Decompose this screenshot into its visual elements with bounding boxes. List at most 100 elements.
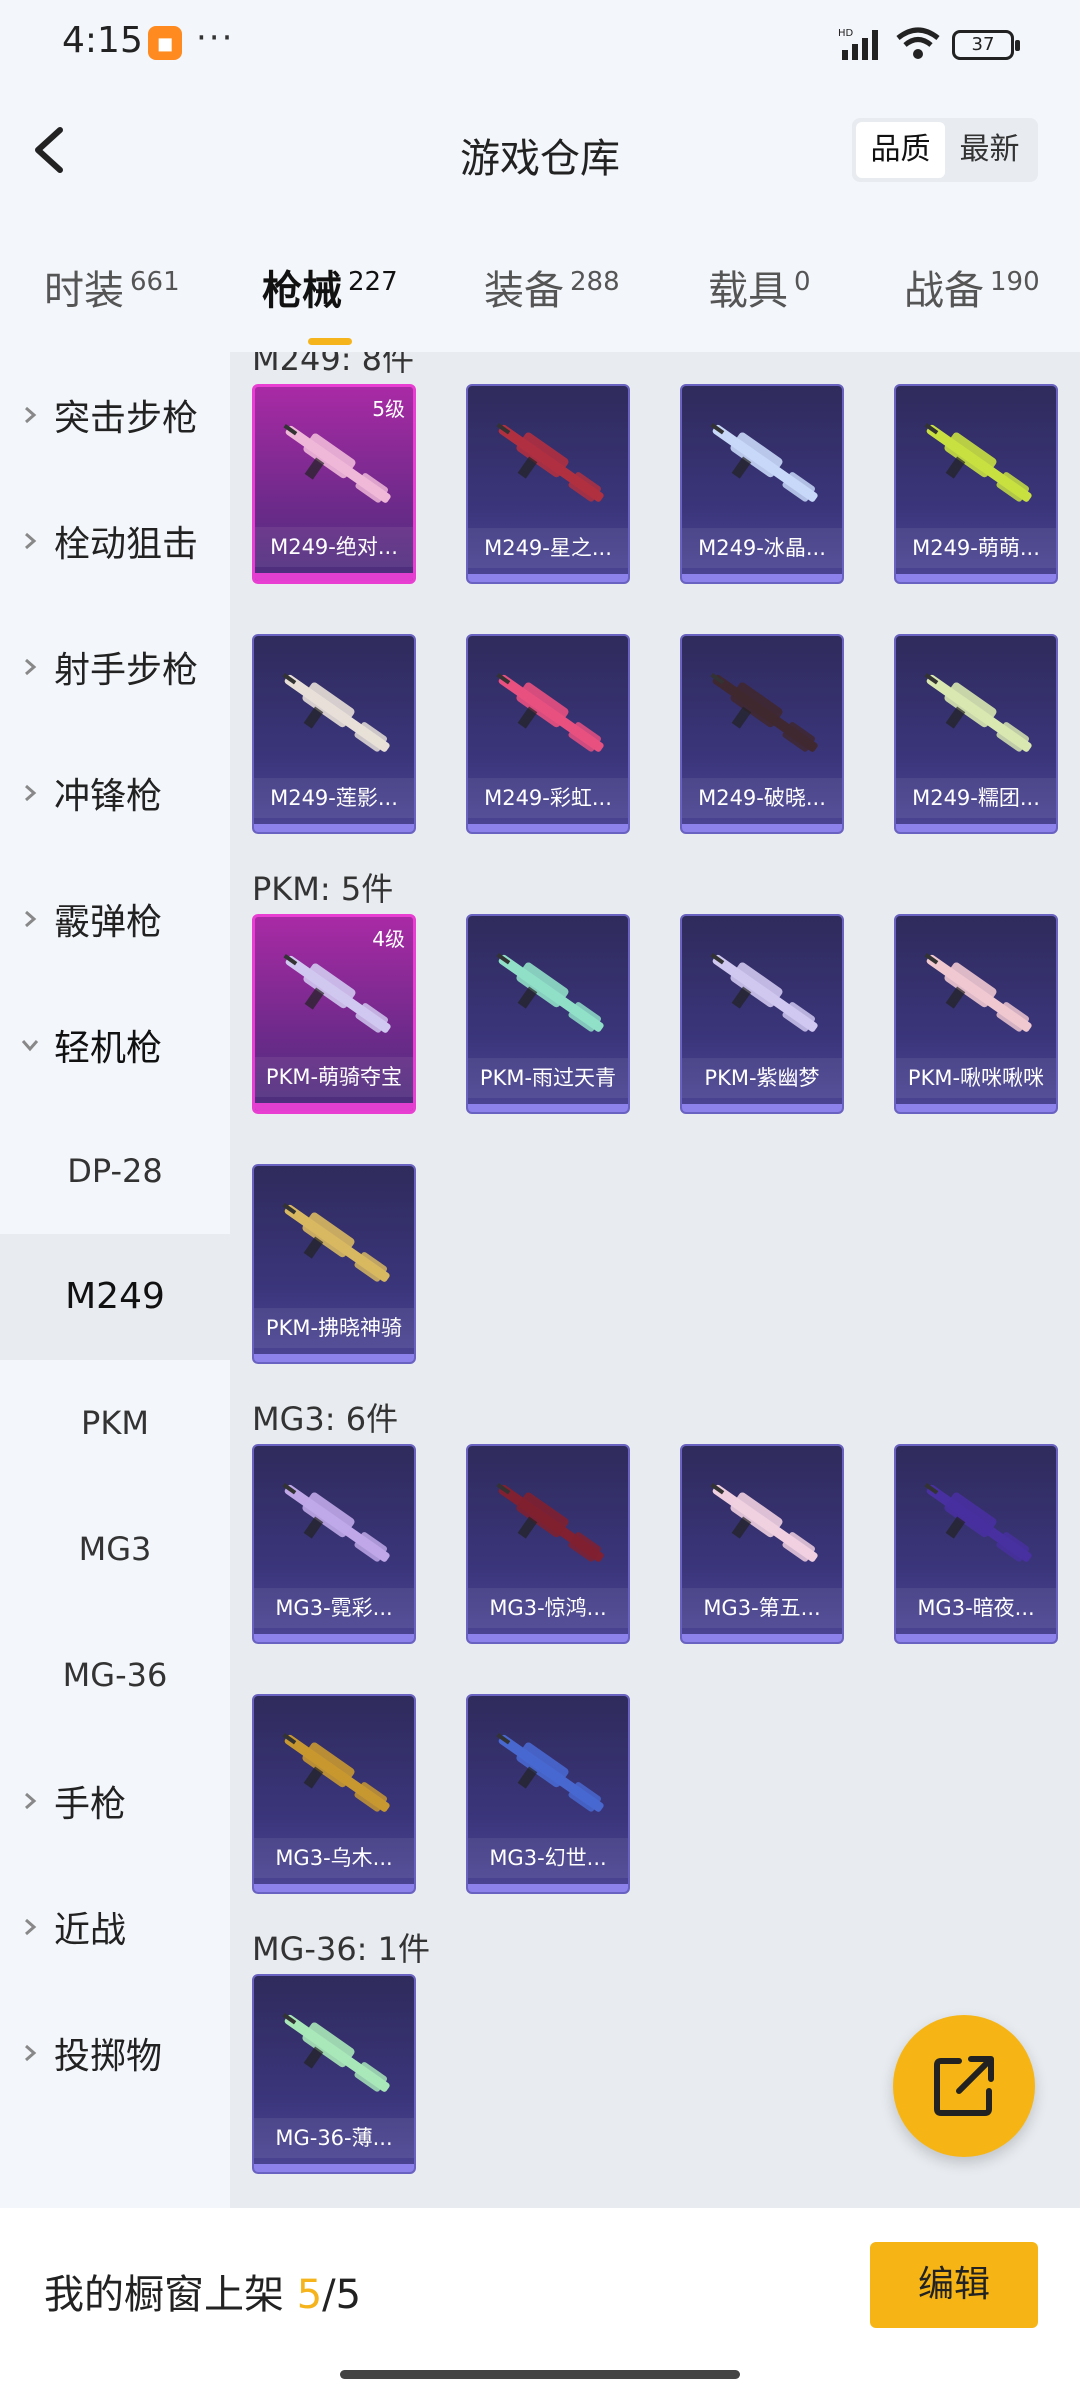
weapon-skin-card[interactable]: MG3-第五... [680,1444,844,1644]
sidebar-item-shotgun[interactable]: 霰弹枪 [0,856,230,982]
sort-quality-option[interactable]: 品质 [856,122,945,178]
wifi-icon [896,27,940,59]
weapon-skin-card[interactable]: M249-星之... [466,384,630,584]
sidebar-item-melee[interactable]: 近战 [0,1864,230,1990]
rarity-bar [254,1354,414,1362]
weapon-image [710,953,818,1032]
showcase-footer: 我的橱窗上架 5/5 编辑 [0,2208,1080,2400]
weapon-skin-name: M249-星之... [468,528,628,568]
showcase-total: /5 [322,2272,362,2318]
weapon-image [496,1483,604,1562]
chevron-right-icon [25,532,37,550]
rarity-bar [896,1104,1056,1112]
battery-icon: 37 [952,30,1020,60]
home-indicator[interactable] [340,2370,740,2379]
weapon-skin-name: PKM-啾咪啾咪 [896,1058,1056,1098]
sidebar-item-pistol[interactable]: 手枪 [0,1738,230,1864]
sidebar-item-label: 突击步枪 [54,398,199,439]
weapon-skin-name: M249-彩虹... [468,778,628,818]
more-notifications-icon: ··· [196,18,235,58]
sidebar-item-bolt-sniper[interactable]: 栓动狙击 [0,478,230,604]
tab-vehicles[interactable]: 载具 0 [708,258,811,316]
rarity-bar [682,574,842,582]
sidebar-sub-dp28[interactable]: DP-28 [0,1108,230,1234]
weapon-skin-card[interactable]: M249-彩虹... [466,634,630,834]
weapon-skin-card[interactable]: MG3-幻世... [466,1694,630,1894]
chevron-right-icon [25,406,37,424]
weapon-skin-card[interactable]: PKM-紫幽梦 [680,914,844,1114]
sidebar-item-label: 霰弹枪 [54,902,163,943]
weapon-image [496,953,604,1032]
weapon-skin-card[interactable]: MG3-霓彩... [252,1444,416,1644]
chevron-right-icon [25,1792,37,1810]
rarity-bar [468,824,628,832]
rarity-bar [468,1104,628,1112]
weapon-skin-card[interactable]: MG3-暗夜... [894,1444,1058,1644]
weapon-skin-name: MG-36-薄... [254,2118,414,2158]
weapon-image [282,1733,390,1812]
weapon-skin-card[interactable]: M249-冰晶... [680,384,844,584]
sidebar-item-smg[interactable]: 冲锋枪 [0,730,230,856]
sidebar-sub-m249[interactable]: M249 [0,1234,230,1360]
sidebar-item-assault-rifle[interactable]: 突击步枪 [0,352,230,478]
sidebar-item-label: 冲锋枪 [54,776,163,817]
chevron-down-icon [21,1040,39,1052]
weapon-skin-name: PKM-拂晓神骑 [254,1308,414,1348]
section-title: MG-36: 1件 [252,1930,430,1968]
tab-label: 时装 [44,268,124,314]
weapon-skin-card[interactable]: PKM-拂晓神骑 [252,1164,416,1364]
weapon-skin-card[interactable]: MG3-惊鸿... [466,1444,630,1644]
weapon-skin-card[interactable]: 5级 M249-绝对... [252,384,416,584]
weapon-skin-name: M249-绝对... [255,527,413,567]
sidebar-item-label: 手枪 [54,1784,127,1825]
tab-firearms[interactable]: 枪械 227 [262,258,398,345]
battery-level: 37 [971,34,995,55]
weapon-skin-name: PKM-雨过天青 [468,1058,628,1098]
weapon-skin-card[interactable]: PKM-雨过天青 [466,914,630,1114]
weapon-skin-name: MG3-惊鸿... [468,1588,628,1628]
weapon-skin-card[interactable]: M249-莲影... [252,634,416,834]
sidebar-sub-mg36[interactable]: MG-36 [0,1612,230,1738]
active-tab-indicator [308,338,352,345]
rarity-bar [254,1884,414,1892]
sidebar-item-throwable[interactable]: 投掷物 [0,1990,230,2116]
weapon-image [924,1483,1032,1562]
weapon-image [924,673,1032,752]
section-title: PKM: 5件 [252,870,394,908]
sidebar-sub-pkm[interactable]: PKM [0,1360,230,1486]
weapon-skin-card[interactable]: M249-破晓... [680,634,844,834]
tab-fashion[interactable]: 时装 661 [44,258,180,316]
tab-equipment[interactable]: 装备 288 [484,258,620,316]
rarity-bar [468,1634,628,1642]
sidebar-item-lmg[interactable]: 轻机枪 [0,982,230,1108]
weapon-skin-name: M249-莲影... [254,778,414,818]
weapon-skin-card[interactable]: MG-36-薄... [252,1974,416,2174]
sidebar-item-marksman-rifle[interactable]: 射手步枪 [0,604,230,730]
showcase-label: 我的橱窗上架 [44,2272,297,2318]
section-title: M249: 8件 [252,352,415,378]
rarity-bar [254,1634,414,1642]
weapon-skin-name: M249-萌萌... [896,528,1056,568]
tab-combat-gear[interactable]: 战备 190 [904,258,1040,316]
rarity-bar [254,2164,414,2172]
rarity-bar [682,824,842,832]
weapon-skin-name: PKM-紫幽梦 [682,1058,842,1098]
tab-count: 227 [348,267,398,297]
weapon-skin-card[interactable]: PKM-啾咪啾咪 [894,914,1058,1114]
edit-button[interactable]: 编辑 [870,2242,1038,2328]
weapon-skin-card[interactable]: MG3-乌木... [252,1694,416,1894]
sidebar-sub-mg3[interactable]: MG3 [0,1486,230,1612]
category-tabs: 时装 661 枪械 227 装备 288 载具 0 战备 190 [0,240,1080,350]
weapon-skin-card[interactable]: M249-糯团... [894,634,1058,834]
weapon-image [496,423,604,502]
weapon-skin-card[interactable]: 4级 PKM-萌骑夺宝 [252,914,416,1114]
share-button[interactable] [893,2015,1035,2157]
chevron-right-icon [25,910,37,928]
weapon-skin-card[interactable]: M249-萌萌... [894,384,1058,584]
sort-latest-option[interactable]: 最新 [945,122,1034,178]
showcase-count: 5 [296,2272,323,2318]
rarity-bar [896,824,1056,832]
weapon-image [282,2013,390,2092]
tab-label: 装备 [484,268,564,314]
sidebar-item-label: 轻机枪 [54,1028,163,1069]
